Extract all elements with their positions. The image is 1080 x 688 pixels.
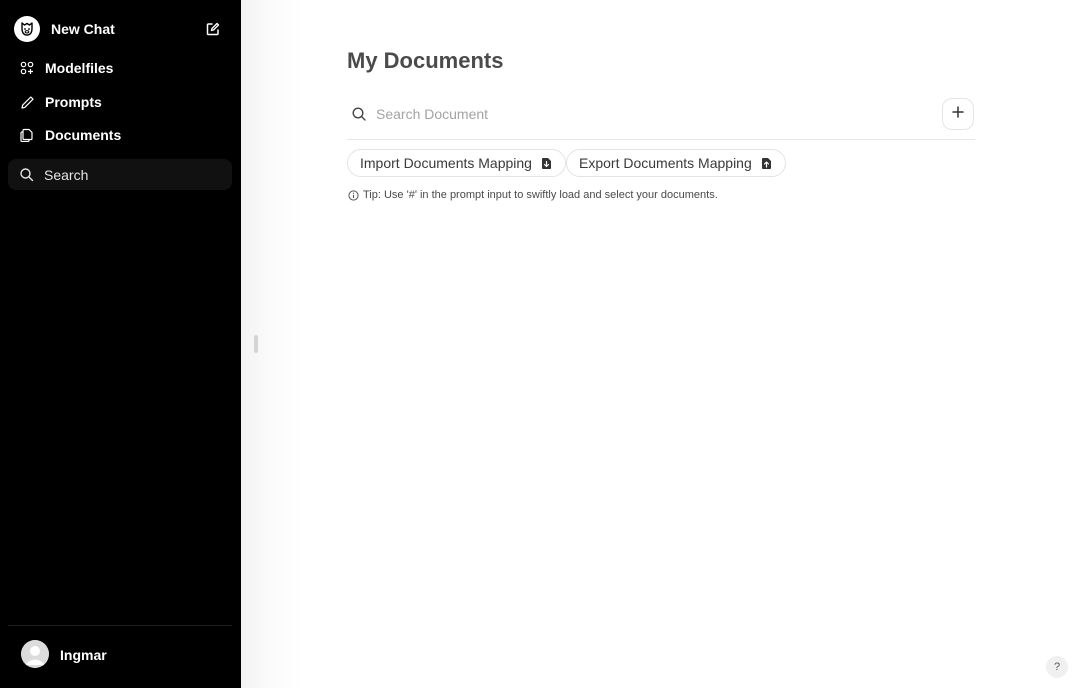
user-menu[interactable]: Ingmar [12, 637, 212, 671]
document-search-input[interactable] [374, 102, 934, 126]
tip-text: Tip: Use '#' in the prompt input to swif… [348, 189, 718, 201]
tip-label: Tip: Use '#' in the prompt input to swif… [363, 189, 718, 201]
sidebar-divider [8, 625, 232, 626]
file-import-icon [540, 157, 553, 170]
documents-icon [19, 127, 35, 143]
file-export-icon [760, 157, 773, 170]
edit-icon[interactable] [204, 20, 222, 38]
sidebar-item-modelfiles[interactable]: Modelfiles [8, 53, 233, 83]
sidebar-item-label: Modelfiles [45, 60, 114, 76]
sidebar-item-documents[interactable]: Documents [8, 120, 233, 150]
sidebar-item-label: Documents [45, 127, 122, 143]
export-documents-mapping-button[interactable]: Export Documents Mapping [566, 149, 786, 177]
import-documents-mapping-button[interactable]: Import Documents Mapping [347, 149, 566, 177]
sidebar: New Chat Modelfiles Prompts Documents Se… [0, 0, 241, 688]
export-button-label: Export Documents Mapping [579, 155, 752, 171]
search-icon [19, 167, 34, 182]
sidebar-item-prompts[interactable]: Prompts [8, 87, 233, 117]
info-icon [348, 189, 359, 201]
main-panel: My Documents Import Documents Mapping Ex… [241, 0, 1080, 688]
pencil-icon [19, 94, 35, 110]
import-button-label: Import Documents Mapping [360, 155, 532, 171]
sidebar-search-label: Search [44, 167, 89, 183]
sidebar-item-label: Prompts [45, 94, 102, 110]
search-divider [347, 139, 975, 140]
add-document-button[interactable] [942, 98, 974, 130]
user-name: Ingmar [60, 647, 107, 663]
search-icon [351, 106, 367, 122]
sidebar-resize-handle[interactable] [254, 335, 258, 353]
page-title: My Documents [347, 48, 504, 73]
new-chat-button[interactable]: New Chat [8, 12, 233, 46]
sidebar-search[interactable]: Search [8, 159, 232, 190]
logo-icon [14, 16, 40, 42]
help-button[interactable]: ? [1046, 656, 1068, 678]
avatar [21, 640, 49, 668]
modelfiles-icon [19, 60, 35, 76]
plus-icon [951, 105, 965, 124]
new-chat-label: New Chat [51, 21, 115, 37]
